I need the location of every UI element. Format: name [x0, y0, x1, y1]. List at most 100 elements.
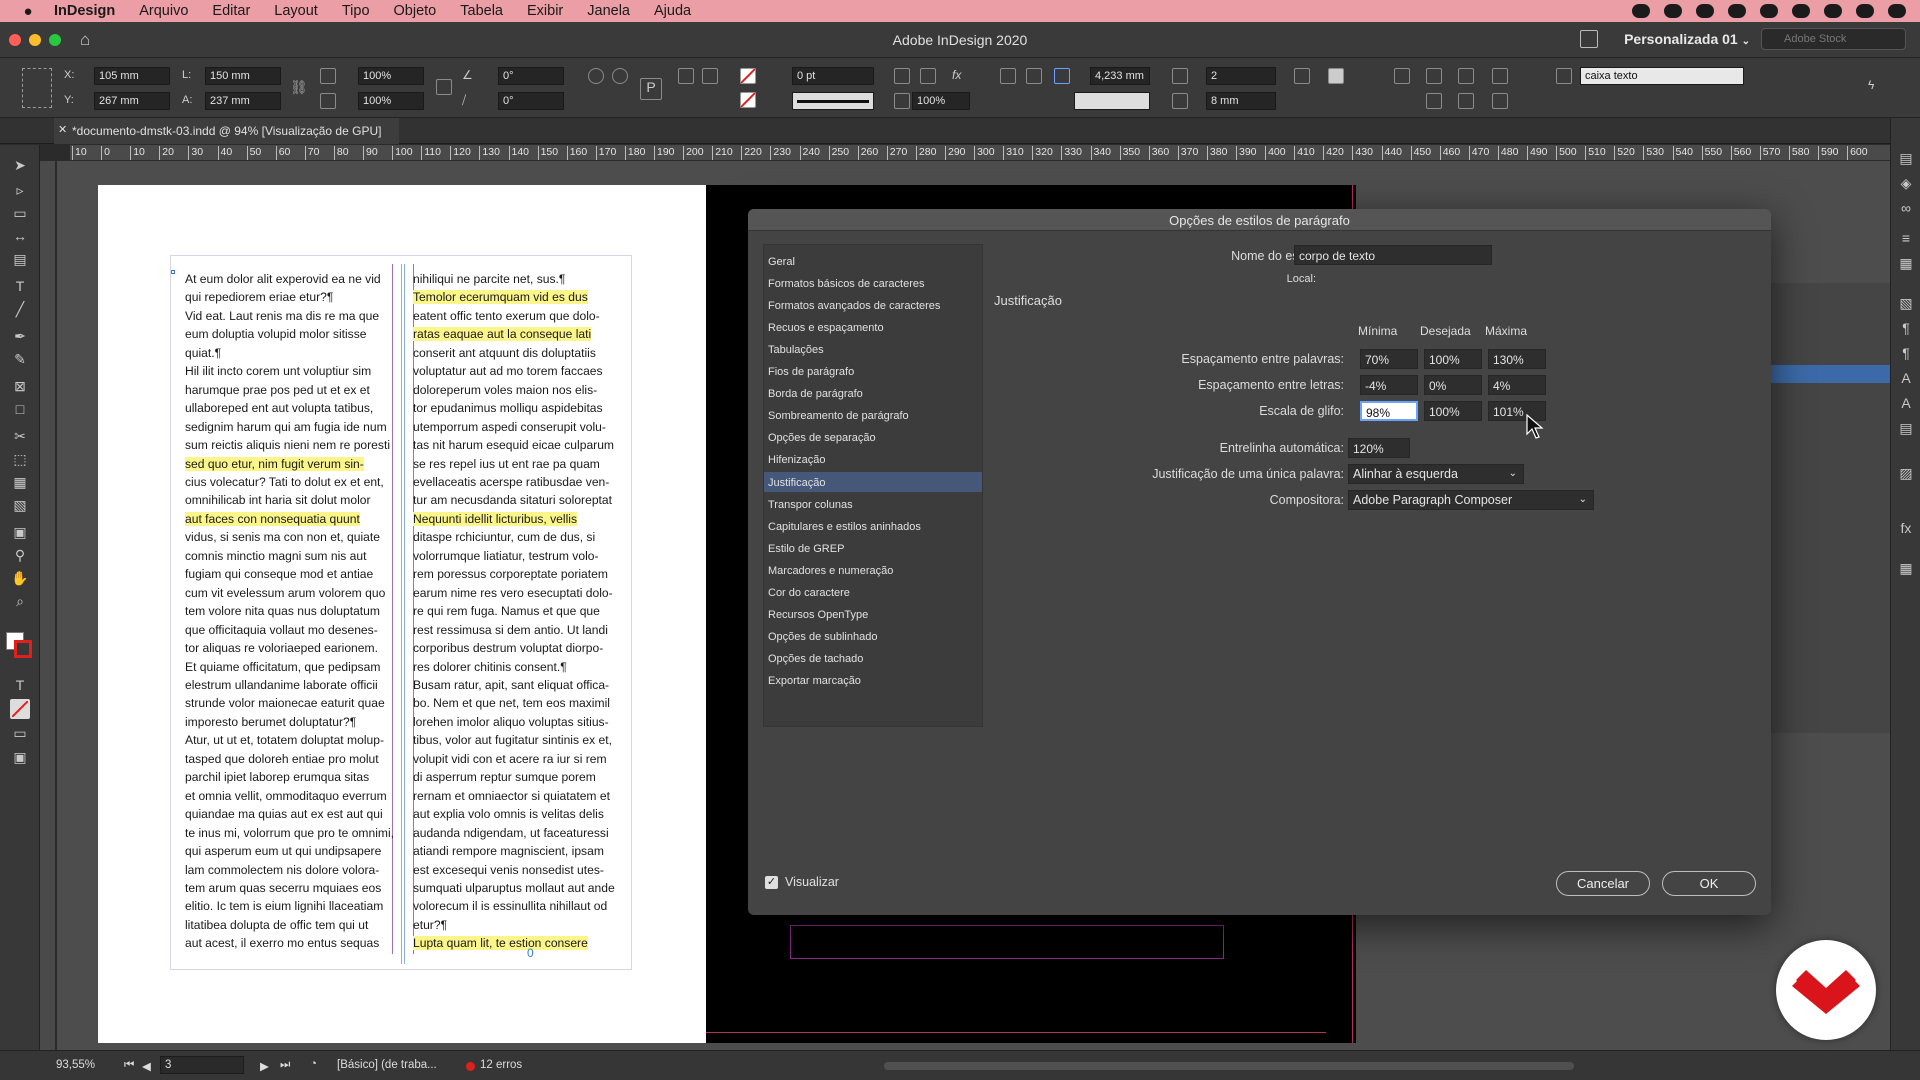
category-item[interactable]: Hifenização: [764, 449, 982, 469]
style-name-field[interactable]: corpo de texto: [1294, 245, 1492, 265]
drop-shadow-icon[interactable]: [920, 68, 936, 84]
category-item[interactable]: Borda de parágrafo: [764, 383, 982, 403]
table-panel-icon[interactable]: ▦: [1896, 558, 1916, 578]
text-frame[interactable]: At eum dolor alit experovid ea ne vid qui…: [170, 255, 632, 970]
category-item[interactable]: Sombreamento de parágrafo: [764, 405, 982, 425]
scissors-tool-icon[interactable]: ✂: [10, 426, 30, 446]
formatting-container-icon[interactable]: T: [10, 675, 30, 695]
category-item[interactable]: Exportar marcação: [764, 670, 982, 690]
share-icon[interactable]: [1580, 30, 1598, 48]
type-tool-icon[interactable]: T: [10, 276, 30, 296]
swatches-panel-icon[interactable]: ▦: [1896, 253, 1916, 273]
preview-checkbox[interactable]: ✓: [765, 876, 778, 889]
stroke-panel-icon[interactable]: ≡: [1896, 228, 1916, 248]
category-item[interactable]: Capitulares e estilos aninhados: [764, 516, 982, 536]
pen-tool-icon[interactable]: ✒: [10, 326, 30, 346]
cc-libraries-icon[interactable]: ▧: [1896, 293, 1916, 313]
menu-editar[interactable]: Editar: [212, 3, 250, 19]
stroke-color-field[interactable]: [1074, 92, 1150, 110]
direct-selection-tool-icon[interactable]: ▹: [10, 180, 30, 200]
note-tool-icon[interactable]: ▣: [10, 522, 30, 542]
category-item[interactable]: Geral: [764, 251, 982, 271]
align-top-edges-icon[interactable]: [1426, 93, 1442, 109]
hand-tool-icon[interactable]: ✋: [10, 568, 30, 588]
category-item[interactable]: Opções de tachado: [764, 648, 982, 668]
y-field[interactable]: 267 mm: [94, 92, 170, 110]
error-count[interactable]: 12 erros: [480, 1059, 522, 1071]
document-tab[interactable]: ✕ *documento-dmstk-03.indd @ 94% [Visual…: [54, 118, 400, 144]
auto-leading-field[interactable]: 120%: [1348, 438, 1410, 458]
corner-options-icon[interactable]: [894, 68, 910, 84]
align-left-edges-icon[interactable]: [1394, 68, 1410, 84]
object-style-select[interactable]: caixa texto: [1580, 67, 1744, 85]
screen-mode-icon[interactable]: ▭: [10, 723, 30, 743]
fill-swatch[interactable]: [740, 68, 756, 84]
text-column-2[interactable]: nihiliqui ne parcite net, sus.¶ Temolor e…: [413, 270, 623, 953]
cloud-icon[interactable]: [1728, 4, 1746, 18]
menu-tabela[interactable]: Tabela: [460, 3, 503, 19]
menu-layout[interactable]: Layout: [274, 3, 318, 19]
frame-handle[interactable]: [171, 270, 175, 274]
category-item[interactable]: Recuos e espaçamento: [764, 317, 982, 337]
letter-spacing-desired-field[interactable]: 0%: [1424, 375, 1482, 395]
last-page-icon[interactable]: ⏭: [280, 1059, 290, 1072]
menu-exibir[interactable]: Exibir: [527, 3, 563, 19]
workspace-switcher[interactable]: Personalizada 01 ⌄: [1624, 31, 1750, 47]
apple-icon[interactable]: ●: [20, 3, 36, 20]
page-tool-icon[interactable]: ▭: [10, 203, 30, 223]
open-page-icon[interactable]: ◔: [310, 1058, 317, 1070]
text-column-1[interactable]: At eum dolor alit experovid ea ne vid qui…: [185, 270, 395, 953]
links-panel-icon[interactable]: ∞: [1896, 198, 1916, 218]
category-item[interactable]: Justificação: [764, 471, 982, 492]
rotate-cw-icon[interactable]: [588, 68, 604, 84]
selection-tool-icon[interactable]: ➤: [10, 155, 30, 175]
apply-none-icon[interactable]: [10, 699, 30, 719]
inset-field[interactable]: 4,233 mm: [1090, 67, 1150, 85]
pencil-tool-icon[interactable]: ✎: [10, 349, 30, 369]
overset-indicator[interactable]: 0: [527, 946, 534, 960]
category-item[interactable]: Recursos OpenType: [764, 604, 982, 624]
scale-x-field[interactable]: 100%: [358, 67, 424, 85]
select-content-icon[interactable]: [702, 68, 718, 84]
constrain-link-icon[interactable]: ⛓: [290, 79, 308, 95]
gap-tool-icon[interactable]: ↔: [10, 226, 30, 246]
vertical-ruler[interactable]: [40, 161, 56, 1061]
menu-arquivo[interactable]: Arquivo: [139, 3, 188, 19]
control-center-icon[interactable]: [1888, 4, 1906, 18]
category-item[interactable]: Tabulações: [764, 339, 982, 359]
category-item[interactable]: Transpor colunas: [764, 494, 982, 514]
first-page-icon[interactable]: ⏮: [124, 1059, 134, 1072]
menu-tipo[interactable]: Tipo: [342, 3, 370, 19]
reference-point-icon[interactable]: [22, 68, 52, 108]
page-number-field[interactable]: 3: [160, 1056, 244, 1074]
prev-page-icon[interactable]: ◀: [142, 1059, 151, 1073]
record-icon[interactable]: [1632, 4, 1650, 18]
pages-panel-icon[interactable]: ▤: [1896, 148, 1916, 168]
menu-ajuda[interactable]: Ajuda: [654, 3, 691, 19]
category-item[interactable]: Opções de sublinhado: [764, 626, 982, 646]
align-top-icon[interactable]: [1000, 68, 1016, 84]
wifi-icon[interactable]: [1824, 4, 1842, 18]
gradient-tool-icon[interactable]: ▦: [10, 472, 30, 492]
stroke-weight-field[interactable]: 0 pt: [792, 67, 874, 85]
columns-field[interactable]: 2: [1206, 67, 1276, 85]
horizontal-scrollbar[interactable]: [884, 1062, 1574, 1070]
close-tab-icon[interactable]: ✕: [58, 123, 67, 136]
word-spacing-max-field[interactable]: 130%: [1488, 349, 1546, 369]
cancel-button[interactable]: Cancelar: [1556, 871, 1650, 896]
text-frame-icon[interactable]: P: [640, 78, 662, 100]
zoom-tool-icon[interactable]: ⌕: [10, 591, 30, 611]
word-spacing-desired-field[interactable]: 100%: [1424, 349, 1482, 369]
eyedropper-tool-icon[interactable]: ⚲: [10, 545, 30, 565]
rotate-field[interactable]: 0°: [498, 67, 564, 85]
ok-button[interactable]: OK: [1662, 871, 1756, 896]
shear-field[interactable]: 0°: [498, 92, 564, 110]
fill-stroke-swatches[interactable]: [6, 632, 34, 660]
category-item[interactable]: Opções de separação: [764, 427, 982, 447]
free-transform-tool-icon[interactable]: ⬚: [10, 449, 30, 469]
stroke-type-select[interactable]: [792, 92, 874, 110]
effects-icon[interactable]: fx: [952, 68, 968, 84]
align-vcenter-icon[interactable]: [1458, 93, 1474, 109]
effects-panel-icon[interactable]: fx: [1896, 518, 1916, 538]
horizontal-ruler[interactable]: 10 0 10 20 30 40 50 60 70 80 90 100 110 120 130 140 150 1…: [70, 145, 1890, 161]
